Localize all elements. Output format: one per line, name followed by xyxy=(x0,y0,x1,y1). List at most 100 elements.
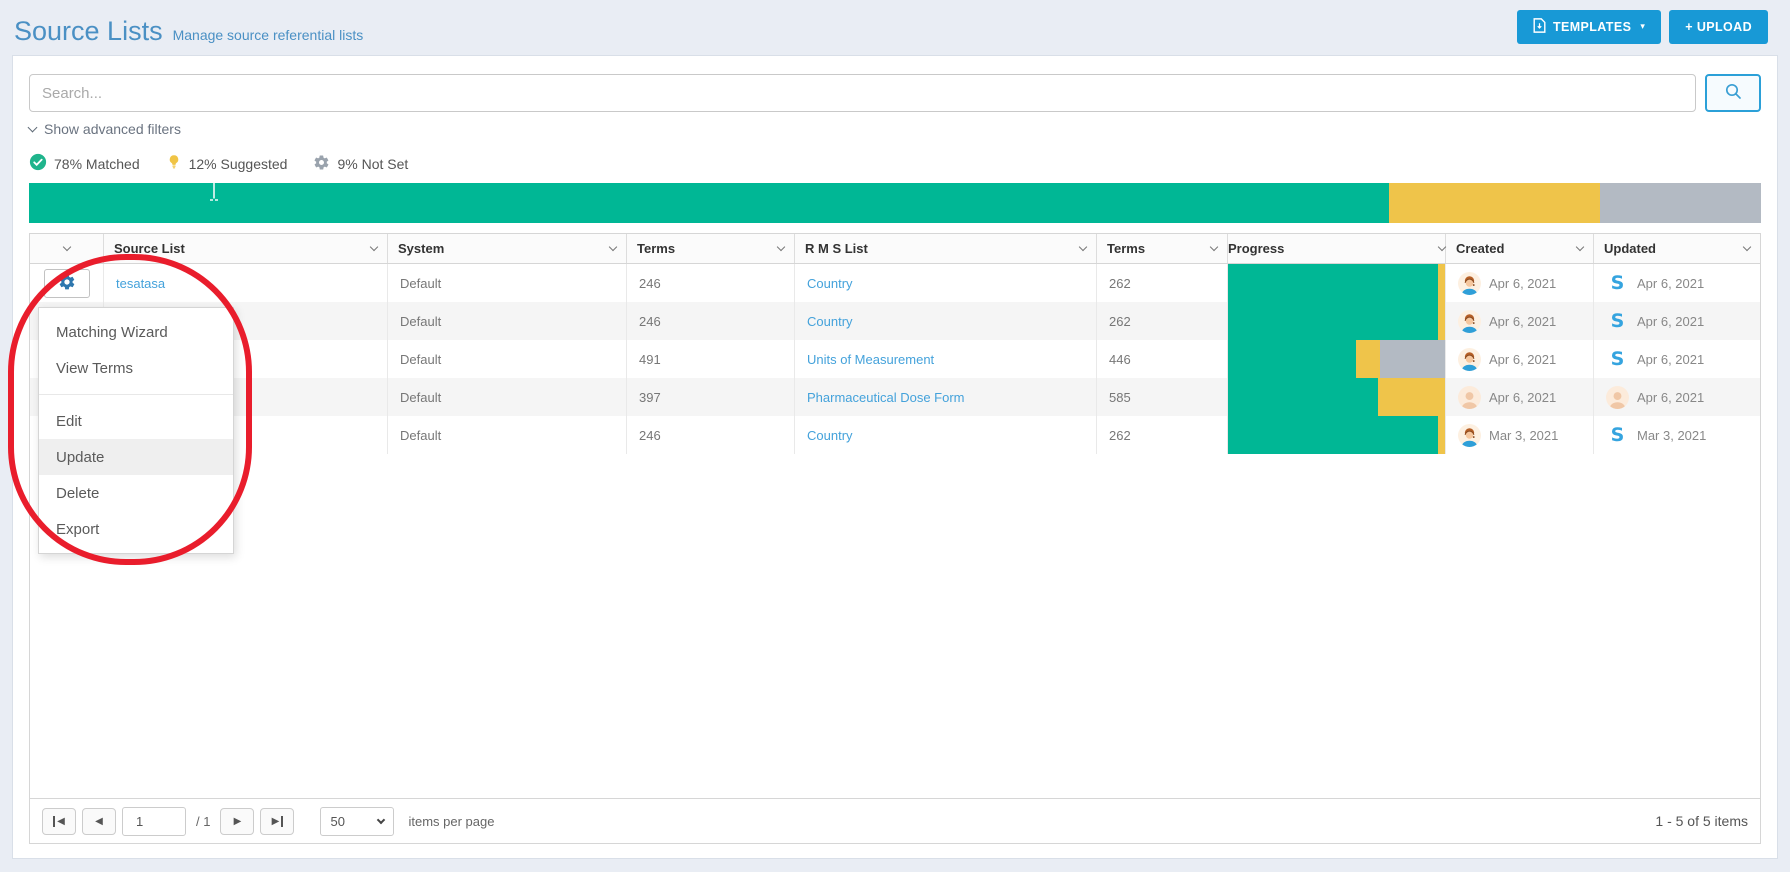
progress-cell xyxy=(1228,416,1446,454)
column-header-source-list[interactable]: Source List xyxy=(104,234,388,263)
next-page-button[interactable]: ▶ xyxy=(220,808,254,835)
progress-segment-matched xyxy=(1228,302,1438,340)
lightbulb-icon xyxy=(166,153,182,174)
table-row: Default397Pharmaceutical Dose Form585Apr… xyxy=(30,378,1760,416)
row-progress-bar xyxy=(1228,340,1445,378)
menu-item-matching-wizard[interactable]: Matching Wizard xyxy=(39,314,233,350)
column-header-terms[interactable]: Terms xyxy=(1097,234,1228,263)
created-date: Apr 6, 2021 xyxy=(1489,276,1556,291)
column-header-created[interactable]: Created xyxy=(1446,234,1594,263)
rms-terms-cell: 262 xyxy=(1097,302,1228,340)
s-logo-icon: S xyxy=(1606,424,1629,447)
rms-list-link[interactable]: Pharmaceutical Dose Form xyxy=(807,390,965,405)
system-cell: Default xyxy=(388,416,627,454)
search-input[interactable] xyxy=(29,74,1696,112)
rms-list-cell: Pharmaceutical Dose Form xyxy=(795,378,1097,416)
column-header-r-m-s-list[interactable]: R M S List xyxy=(795,234,1097,263)
chevron-down-icon xyxy=(1079,243,1087,251)
caret-down-icon: ▾ xyxy=(1640,22,1645,32)
row-progress-bar xyxy=(1228,302,1445,340)
progress-segment-matched xyxy=(1228,378,1378,416)
summary-segment-matched xyxy=(29,183,1389,223)
page-count-label: / 1 xyxy=(196,814,210,829)
terms-cell: 246 xyxy=(627,264,795,302)
updated-cell: S Apr 6, 2021 xyxy=(1594,264,1760,302)
updated-date: Mar 3, 2021 xyxy=(1637,428,1706,443)
rms-list-link[interactable]: Country xyxy=(807,276,853,291)
progress-segment-matched xyxy=(1228,340,1356,378)
stat-label: 12% Suggested xyxy=(189,156,288,172)
row-progress-bar xyxy=(1228,264,1445,302)
column-header-system[interactable]: System xyxy=(388,234,627,263)
page-size-select[interactable]: 50 xyxy=(320,807,394,836)
progress-cell xyxy=(1228,264,1446,302)
action-cell xyxy=(30,264,104,302)
content-panel: Show advanced filters 78% Matched 12% Sug… xyxy=(12,55,1778,859)
column-header-label: System xyxy=(398,241,444,256)
summary-segment-suggested xyxy=(1389,183,1600,223)
rms-list-cell: Country xyxy=(795,264,1097,302)
search-row xyxy=(29,74,1761,112)
row-progress-bar xyxy=(1228,416,1445,454)
column-header-progress[interactable]: Progress xyxy=(1228,234,1446,263)
updated-cell: Apr 6, 2021 xyxy=(1594,378,1760,416)
first-page-button[interactable]: ◀ xyxy=(42,808,76,835)
rms-terms-cell: 446 xyxy=(1097,340,1228,378)
terms-cell: 246 xyxy=(627,416,795,454)
menu-item-export[interactable]: Export xyxy=(39,511,233,547)
progress-segment-matched xyxy=(1228,416,1438,454)
updated-date: Apr 6, 2021 xyxy=(1637,276,1704,291)
upload-button[interactable]: + UPLOAD xyxy=(1669,10,1768,44)
column-header-actions[interactable] xyxy=(30,234,104,263)
s-logo-icon: S xyxy=(1606,310,1629,333)
page-number-input[interactable] xyxy=(122,807,186,836)
column-header-label: Source List xyxy=(114,241,185,256)
updated-date: Apr 6, 2021 xyxy=(1637,352,1704,367)
row-actions-gear-button[interactable] xyxy=(44,269,90,298)
progress-segment-not_set xyxy=(1380,340,1445,378)
updated-cell: SApr 6, 2021 xyxy=(1594,340,1760,378)
progress-cell xyxy=(1228,302,1446,340)
column-header-label: Created xyxy=(1456,241,1504,256)
pager-range-label: 1 - 5 of 5 items xyxy=(1655,813,1748,829)
menu-item-update[interactable]: Update xyxy=(39,439,233,475)
progress-segment-suggested xyxy=(1378,378,1445,416)
progress-segment-matched xyxy=(1228,264,1438,302)
gear-icon xyxy=(313,154,330,174)
column-header-updated[interactable]: Updated xyxy=(1594,234,1760,263)
rms-terms-cell: 262 xyxy=(1097,264,1228,302)
menu-item-view-terms[interactable]: View Terms xyxy=(39,350,233,386)
column-header-label: Terms xyxy=(1107,241,1145,256)
chevron-down-icon xyxy=(370,243,378,251)
row-progress-bar xyxy=(1228,378,1445,416)
stat-12-suggested: 12% Suggested xyxy=(166,153,288,174)
menu-item-delete[interactable]: Delete xyxy=(39,475,233,511)
advanced-filters-toggle[interactable]: Show advanced filters xyxy=(29,121,181,137)
last-page-button[interactable]: ▶ xyxy=(260,808,294,835)
person-avatar xyxy=(1606,386,1629,409)
rms-list-link[interactable]: Country xyxy=(807,428,853,443)
menu-item-edit[interactable]: Edit xyxy=(39,403,233,439)
column-header-terms[interactable]: Terms xyxy=(627,234,795,263)
user-avatar xyxy=(1458,348,1481,371)
source-lists-grid: Source List System Terms R M S List Terms Pro… xyxy=(29,233,1761,844)
created-cell: Apr 6, 2021 xyxy=(1446,340,1594,378)
match-summary-bar xyxy=(29,183,1761,223)
person-avatar xyxy=(1458,386,1481,409)
search-button[interactable] xyxy=(1705,74,1761,112)
rms-list-link[interactable]: Country xyxy=(807,314,853,329)
progress-cell xyxy=(1228,378,1446,416)
rms-list-cell: Units of Measurement xyxy=(795,340,1097,378)
stat-label: 78% Matched xyxy=(54,156,140,172)
updated-date: Apr 6, 2021 xyxy=(1637,314,1704,329)
check-circle-icon xyxy=(29,153,47,174)
source-list-link[interactable]: tesatasa xyxy=(116,276,165,291)
s-logo-icon: S xyxy=(1606,272,1629,295)
rms-list-link[interactable]: Units of Measurement xyxy=(807,352,934,367)
table-row: Default246Country262Mar 3, 2021SMar 3, 2… xyxy=(30,416,1760,454)
column-header-label: R M S List xyxy=(805,241,868,256)
previous-page-button[interactable]: ◀ xyxy=(82,808,116,835)
templates-button[interactable]: TEMPLATES ▾ xyxy=(1517,10,1661,44)
match-stats: 78% Matched12% Suggested9% Not Set xyxy=(29,153,1761,174)
terms-cell: 246 xyxy=(627,302,795,340)
